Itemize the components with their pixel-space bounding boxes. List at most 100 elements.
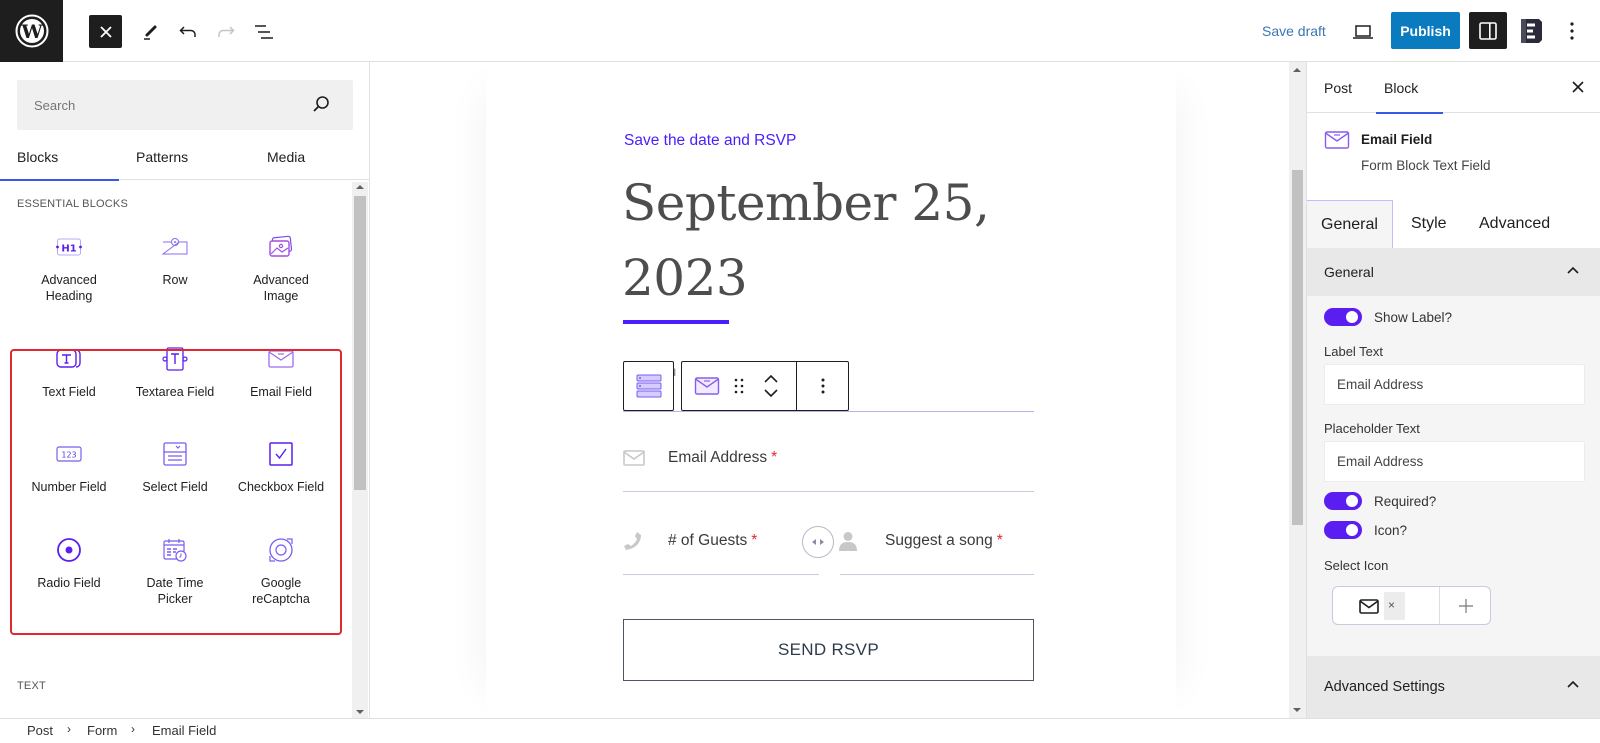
scrollbar-thumb[interactable] — [354, 196, 366, 490]
send-rsvp-button[interactable]: SEND RSVP — [623, 619, 1034, 681]
phone-icon — [624, 532, 641, 550]
rsvp-eyebrow-text[interactable]: Save the date and RSVP — [624, 132, 796, 150]
song-field-label: Suggest a song — [885, 532, 993, 549]
block-inserter-panel: Blocks Patterns Media ESSENTIAL BLOCKS H… — [0, 62, 370, 718]
inserter-tabs: Blocks Patterns Media — [0, 134, 369, 181]
event-date-heading[interactable]: September 25, 2023 — [622, 166, 990, 316]
essential-blocks-icon — [1521, 19, 1542, 43]
song-field[interactable]: Suggest a song * — [838, 531, 1003, 551]
search-icon[interactable] — [311, 94, 331, 119]
settings-sidebar-toggle[interactable] — [1469, 12, 1507, 49]
required-toggle[interactable] — [1324, 492, 1362, 510]
block-advanced-image[interactable]: Advanced Image — [229, 220, 333, 312]
tab-block[interactable]: Block — [1375, 62, 1444, 114]
column-resize-handle[interactable] — [802, 526, 834, 558]
show-label-row: Show Label? — [1324, 308, 1452, 326]
guests-field-label: # of Guests — [668, 532, 748, 549]
publish-button[interactable]: Publish — [1391, 12, 1460, 49]
tab-advanced[interactable]: Advanced — [1479, 200, 1550, 248]
scroll-down-arrow[interactable] — [1293, 708, 1301, 712]
required-asterisk: * — [751, 532, 758, 549]
chevron-up-icon — [1567, 680, 1579, 688]
block-card: Email Field Form Block Text Field — [1307, 114, 1600, 198]
tools-button[interactable] — [137, 19, 163, 45]
block-options-button[interactable] — [797, 362, 849, 410]
email-field[interactable]: Email Address * — [623, 449, 777, 467]
block-label: Advanced Heading — [41, 273, 97, 303]
move-up-button[interactable] — [754, 362, 788, 386]
guests-field[interactable]: # of Guests * — [623, 531, 757, 551]
breadcrumb-post[interactable]: Post — [27, 723, 53, 738]
breadcrumb-form[interactable]: Form — [87, 723, 117, 738]
essential-blocks-button[interactable] — [1516, 16, 1546, 46]
placeholder-text-label: Placeholder Text — [1324, 421, 1420, 436]
undo-button[interactable] — [175, 19, 201, 45]
drag-handle[interactable] — [728, 362, 750, 410]
heading-separator — [623, 320, 729, 324]
undo-icon — [179, 26, 196, 37]
required-text: Required? — [1374, 493, 1437, 509]
chevron-right-icon: › — [67, 722, 71, 736]
tab-blocks[interactable]: Blocks — [0, 134, 119, 181]
block-settings-tabs: General Style Advanced — [1307, 200, 1600, 248]
document-overview-button[interactable] — [251, 19, 277, 45]
wordpress-icon: W — [15, 14, 48, 48]
inserter-scrollbar[interactable] — [352, 182, 368, 718]
remove-icon-button[interactable]: × — [1388, 598, 1395, 612]
chevron-right-icon: › — [131, 722, 135, 736]
move-down-button[interactable] — [754, 386, 788, 410]
selected-icon-preview[interactable] — [1354, 592, 1384, 620]
tab-media-label: Media — [267, 149, 306, 165]
icon-picker: × — [1332, 586, 1491, 625]
sidebar-toggle-icon — [1479, 21, 1497, 40]
redo-icon — [218, 26, 235, 37]
general-panel-header[interactable]: General — [1307, 248, 1600, 296]
tab-post[interactable]: Post — [1324, 62, 1352, 113]
select-parent-form-button[interactable] — [623, 361, 674, 411]
label-text-input[interactable] — [1325, 365, 1584, 404]
email-icon — [694, 377, 720, 395]
block-search-input[interactable] — [17, 80, 307, 130]
arrows-horizontal-icon — [812, 539, 824, 545]
show-label-toggle[interactable] — [1324, 308, 1362, 326]
email-icon — [1324, 131, 1350, 149]
block-type-button[interactable] — [690, 362, 724, 410]
options-menu-button[interactable] — [1560, 17, 1584, 45]
block-row[interactable]: Row — [123, 220, 227, 312]
tab-style[interactable]: Style — [1411, 200, 1447, 248]
close-settings-button[interactable] — [1565, 74, 1591, 100]
advanced-settings-header[interactable]: Advanced Settings — [1307, 656, 1600, 718]
icon-row: Icon? — [1324, 521, 1407, 539]
tab-media[interactable]: Media — [267, 134, 305, 180]
required-row: Required? — [1324, 492, 1436, 510]
block-advanced-heading[interactable]: H1 Advanced Heading — [17, 220, 121, 312]
redo-button[interactable] — [213, 19, 239, 45]
scrollbar-thumb[interactable] — [1292, 170, 1303, 525]
general-settings-body: General Show Label? Label Text Placehold… — [1307, 248, 1600, 718]
sidebar-tabs: Post Block — [1307, 62, 1600, 114]
placeholder-text-input[interactable] — [1325, 442, 1584, 481]
scroll-up-arrow[interactable] — [356, 185, 364, 189]
wordpress-logo[interactable]: W — [0, 0, 63, 62]
preview-button[interactable] — [1350, 19, 1376, 45]
scroll-down-arrow[interactable] — [356, 710, 364, 714]
block-card-description: Form Block Text Field — [1361, 158, 1491, 173]
guests-field-underline — [623, 574, 819, 575]
required-asterisk: * — [771, 449, 778, 466]
breadcrumb-email-field[interactable]: Email Field — [152, 723, 216, 738]
more-vertical-icon — [821, 378, 825, 394]
close-inserter-button[interactable] — [89, 15, 122, 48]
save-draft-button[interactable]: Save draft — [1262, 23, 1326, 39]
tab-general[interactable]: General — [1307, 200, 1393, 248]
add-icon-button[interactable] — [1439, 587, 1491, 624]
tab-patterns[interactable]: Patterns — [136, 134, 188, 180]
more-vertical-icon — [1570, 22, 1574, 40]
settings-sidebar: Post Block Email Field Form Block Text F… — [1306, 62, 1600, 718]
highlight-annotation — [10, 349, 342, 635]
song-field-underline — [840, 574, 1034, 575]
date-line-2: 2023 — [622, 249, 748, 307]
laptop-preview-icon — [1353, 25, 1373, 39]
canvas-scrollbar[interactable] — [1289, 62, 1306, 718]
scroll-up-arrow[interactable] — [1293, 68, 1301, 72]
icon-toggle[interactable] — [1324, 521, 1362, 539]
